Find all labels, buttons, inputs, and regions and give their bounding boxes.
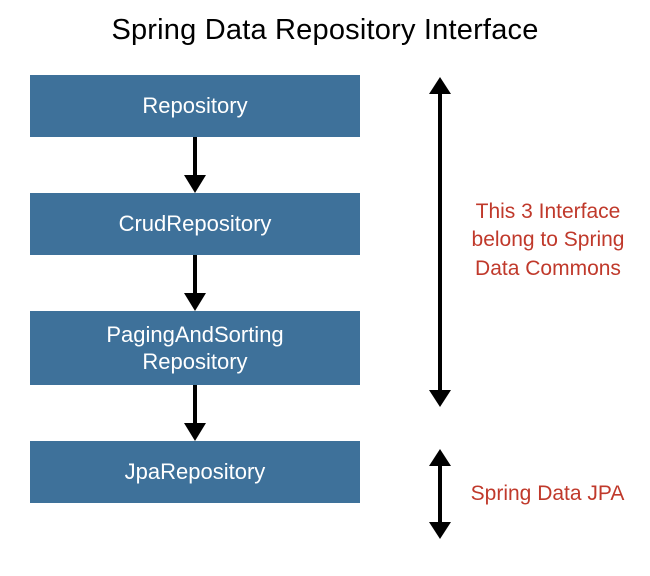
bracket-jpa-icon	[438, 466, 442, 522]
box-paging-sorting-repository-label: PagingAndSortingRepository	[106, 321, 283, 376]
arrow-down-icon	[30, 255, 360, 311]
box-jpa-repository-label: JpaRepository	[125, 458, 266, 486]
annotation-jpa: Spring Data JPA	[460, 480, 635, 508]
box-paging-sorting-repository: PagingAndSortingRepository	[30, 311, 360, 385]
arrow-down-icon	[30, 385, 360, 441]
box-crud-repository: CrudRepository	[30, 193, 360, 255]
bracket-commons-icon	[438, 94, 442, 390]
annotation-commons: This 3 Interface belong to Spring Data C…	[458, 198, 638, 283]
arrow-down-icon	[30, 137, 360, 193]
hierarchy-column: Repository CrudRepository PagingAndSorti…	[30, 75, 360, 503]
diagram-title: Spring Data Repository Interface	[0, 14, 650, 47]
box-repository-label: Repository	[142, 92, 247, 120]
box-crud-repository-label: CrudRepository	[119, 210, 272, 238]
box-repository: Repository	[30, 75, 360, 137]
box-jpa-repository: JpaRepository	[30, 441, 360, 503]
